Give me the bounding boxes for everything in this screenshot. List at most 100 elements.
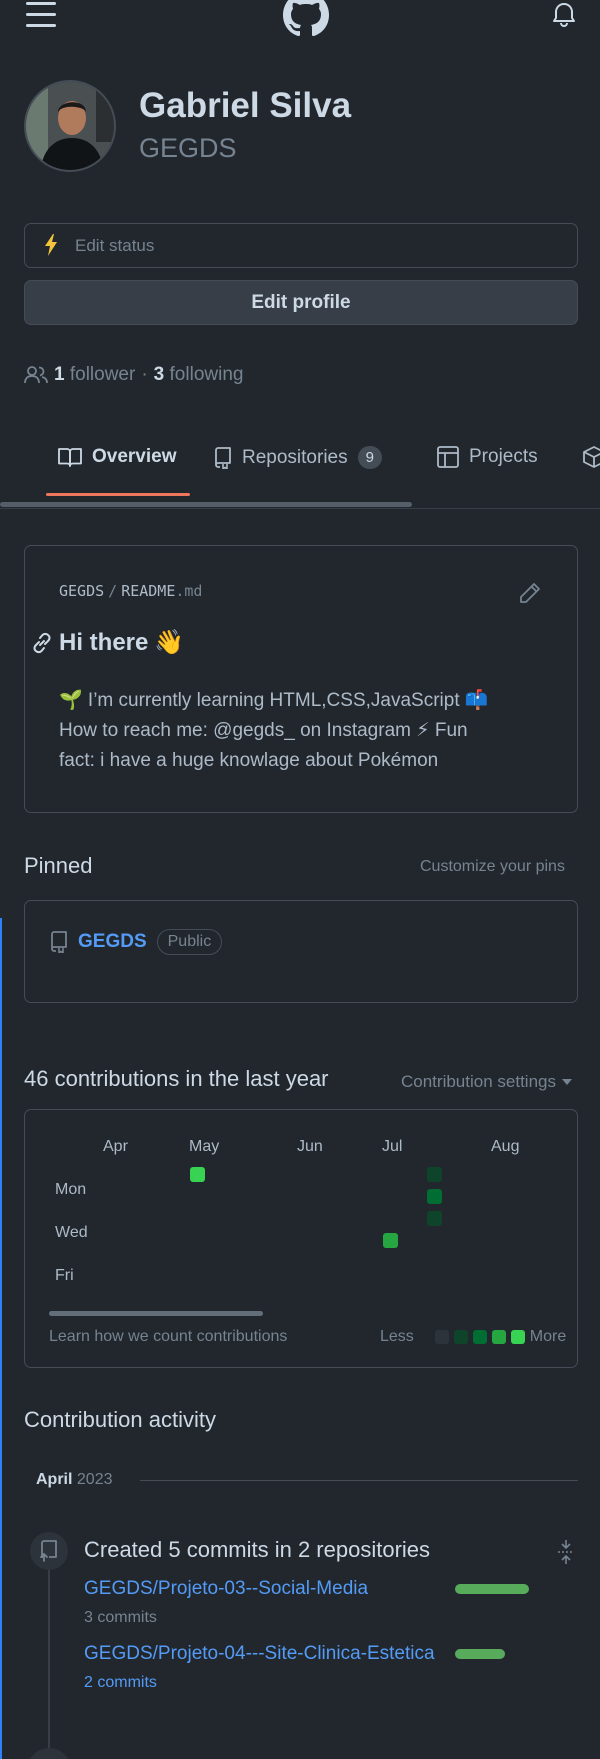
contribution-cell[interactable] <box>427 1189 442 1204</box>
focus-outline <box>0 918 2 1759</box>
month-label: May <box>189 1138 220 1155</box>
repo-icon <box>215 446 231 469</box>
visibility-badge: Public <box>156 929 223 955</box>
readme-line: How to reach me: @gegds_ on Instagram ⚡ … <box>59 720 468 741</box>
legend-level-0 <box>434 1330 449 1344</box>
legend-level-4 <box>510 1330 525 1344</box>
tab-overview[interactable]: Overview <box>58 446 177 468</box>
followers-count: 1 <box>54 364 65 385</box>
weekday-label: Wed <box>55 1224 88 1241</box>
follow-separator: · <box>141 364 148 385</box>
activity-commit-count[interactable]: 2 commits <box>84 1674 157 1692</box>
activity-month-heading: April 2023 <box>36 1471 113 1489</box>
readme-owner-link[interactable]: GEGDS <box>59 582 104 600</box>
followers-label: follower <box>69 364 136 385</box>
github-logo-link[interactable] <box>282 0 330 40</box>
followers-link[interactable]: 1 follower <box>54 364 135 386</box>
caret-down-icon <box>561 1079 572 1085</box>
commit-share-bar <box>455 1584 529 1594</box>
legend-more: More <box>529 1328 567 1345</box>
tab-projects[interactable]: Projects <box>437 446 538 468</box>
book-icon <box>58 448 82 467</box>
contribution-graph: Apr May Jun Jul Aug Mon Wed Fri Learn ho… <box>24 1109 578 1368</box>
tab-repositories[interactable]: Repositories 9 <box>214 446 382 469</box>
month-label: Jul <box>382 1138 403 1155</box>
readme-heading-text: Hi there <box>59 628 149 656</box>
activity-event-title: Created 5 commits in 2 repositories <box>84 1537 431 1562</box>
legend-level-2 <box>472 1330 487 1344</box>
menu-button[interactable] <box>26 2 56 28</box>
activity-commit-count[interactable]: 3 commits <box>84 1609 157 1627</box>
tabs-divider <box>0 508 600 509</box>
contribution-cell[interactable] <box>190 1167 205 1182</box>
tab-overview-label: Overview <box>92 446 177 467</box>
month-label: Aug <box>491 1138 520 1155</box>
readme-line: fact: i have a huge knowlage about Pokém… <box>59 750 439 771</box>
github-octocat-icon <box>283 0 329 36</box>
weekday-label: Fri <box>55 1267 74 1284</box>
readme-path-slash: / <box>108 582 118 600</box>
pinned-repo-header: GEGDS Public <box>50 929 223 955</box>
contribution-cell[interactable] <box>383 1233 398 1248</box>
commit-event-badge <box>30 1532 68 1570</box>
next-event-badge <box>30 1748 68 1759</box>
month-label: Apr <box>103 1138 128 1155</box>
avatar[interactable] <box>24 80 116 172</box>
pinned-title: Pinned <box>24 853 93 878</box>
legend-less: Less <box>380 1328 414 1345</box>
graph-scrollbar[interactable] <box>49 1311 263 1316</box>
notifications-button[interactable] <box>552 2 576 28</box>
readme-path: GEGDS / README.md <box>59 582 202 600</box>
package-icon <box>583 446 600 468</box>
follow-stats: 1 follower · 3 following <box>24 364 243 386</box>
pinned-repo-card[interactable]: GEGDS Public <box>24 900 578 1003</box>
fold-icon[interactable] <box>556 1539 576 1565</box>
edit-status-button[interactable]: Edit status <box>24 223 578 268</box>
contribution-activity-title: Contribution activity <box>24 1407 216 1432</box>
tab-repositories-label: Repositories <box>242 446 348 468</box>
tab-packages[interactable] <box>583 446 600 468</box>
following-label: following <box>169 364 244 385</box>
legend-level-1 <box>453 1330 468 1344</box>
readme-line: 🌱 I’m currently learning HTML,CSS,JavaSc… <box>59 690 489 711</box>
pencil-icon[interactable] <box>519 582 541 604</box>
contribution-settings-dropdown[interactable]: Contribution settings <box>401 1072 572 1092</box>
tab-projects-label: Projects <box>469 446 538 467</box>
avatar-photo <box>26 82 114 170</box>
activity-year: 2023 <box>76 1471 113 1488</box>
bell-icon <box>553 3 575 28</box>
contribution-cell[interactable] <box>427 1167 442 1182</box>
tabs-scrollbar[interactable] <box>0 502 412 507</box>
contribution-legend: Less More <box>380 1328 566 1346</box>
profile-username: GEGDS <box>139 133 237 163</box>
contribution-cell[interactable] <box>427 1211 442 1226</box>
pinned-repo-name[interactable]: GEGDS <box>78 931 147 953</box>
table-icon <box>437 446 459 468</box>
legend-level-3 <box>491 1330 506 1344</box>
lightning-icon <box>45 234 57 256</box>
profile-readme: GEGDS / README.md Hi there 👋 🌱 I’m current… <box>24 545 578 813</box>
following-count: 3 <box>153 364 165 385</box>
weekday-label: Mon <box>55 1181 87 1198</box>
customize-pins-link[interactable]: Customize your pins <box>420 858 565 876</box>
learn-contributions-link[interactable]: Learn how we count contributions <box>49 1328 287 1346</box>
commit-share-bar <box>455 1649 505 1659</box>
following-link[interactable]: 3 following <box>154 364 244 386</box>
repo-icon <box>51 931 67 953</box>
activity-repo-link[interactable]: GEGDS/Projeto-04---Site-Clinica-Estetica <box>84 1643 435 1665</box>
month-label: Jun <box>297 1138 323 1155</box>
readme-body: 🌱 I’m currently learning HTML,CSS,JavaSc… <box>59 686 559 776</box>
link-icon[interactable] <box>31 632 53 654</box>
profile-name: Gabriel Silva <box>139 86 352 125</box>
readme-file-name[interactable]: README <box>121 582 175 600</box>
active-tab-indicator <box>46 493 190 496</box>
readme-file-ext: .md <box>175 582 203 600</box>
hamburger-icon <box>26 2 56 27</box>
readme-heading: Hi there 👋 <box>31 628 184 657</box>
edit-profile-button[interactable]: Edit profile <box>24 280 578 325</box>
edit-status-label: Edit status <box>75 236 155 255</box>
contribution-settings-label: Contribution settings <box>401 1072 556 1091</box>
timeline-line <box>48 1538 50 1759</box>
people-icon <box>24 366 48 384</box>
activity-repo-link[interactable]: GEGDS/Projeto-03--Social-Media <box>84 1578 368 1600</box>
